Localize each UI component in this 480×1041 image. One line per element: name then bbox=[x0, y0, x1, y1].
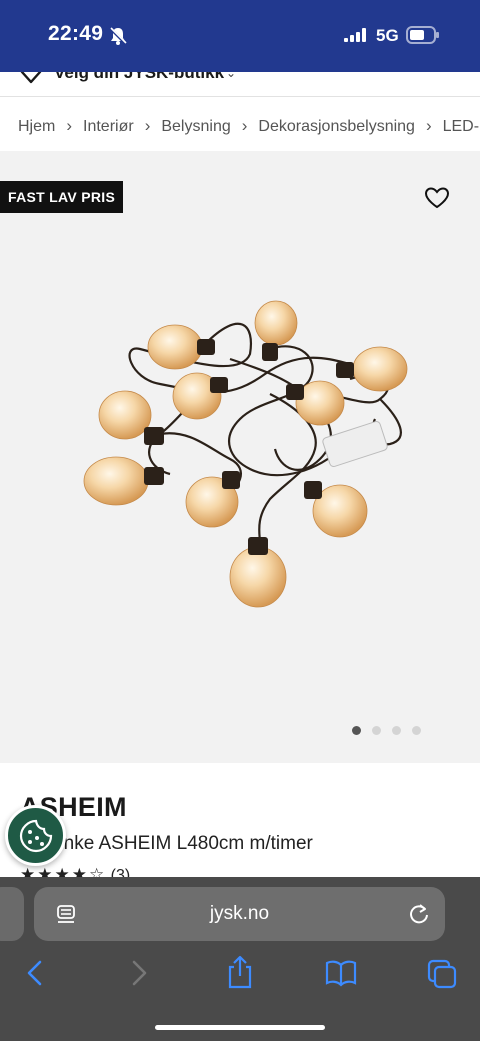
product-image-gallery[interactable]: FAST LAV PRIS bbox=[0, 151, 480, 763]
status-bar: 22:49 5G bbox=[0, 0, 480, 72]
breadcrumb-item-home[interactable]: Hjem bbox=[18, 118, 55, 135]
cookie-icon bbox=[19, 819, 53, 853]
bell-slash-icon bbox=[108, 26, 128, 46]
bookmarks-icon[interactable] bbox=[325, 959, 357, 987]
breadcrumb-separator-icon: › bbox=[144, 116, 151, 135]
slide-dot[interactable] bbox=[372, 726, 381, 735]
breadcrumb-item-lighting[interactable]: Belysning bbox=[161, 118, 230, 135]
chevron-down-icon: ⌄ bbox=[226, 72, 237, 80]
forward-icon[interactable] bbox=[128, 959, 150, 987]
url-text: jysk.no bbox=[209, 903, 270, 924]
back-icon[interactable] bbox=[24, 959, 46, 987]
store-selector[interactable]: Velg din JYSK-butikk ⌄ bbox=[0, 72, 480, 97]
store-selector-label: Velg din JYSK-butikk bbox=[54, 72, 225, 82]
reload-icon[interactable] bbox=[408, 903, 430, 925]
cookie-settings-button[interactable] bbox=[5, 805, 66, 866]
status-time: 22:49 bbox=[48, 22, 104, 45]
slide-dot[interactable] bbox=[352, 726, 361, 735]
breadcrumb-item-led[interactable]: LED-l bbox=[443, 118, 480, 135]
previous-tab[interactable] bbox=[0, 887, 24, 941]
product-image bbox=[83, 300, 408, 608]
slide-dot[interactable] bbox=[392, 726, 401, 735]
breadcrumb-item-interior[interactable]: Interiør bbox=[83, 118, 134, 135]
signal-icon bbox=[344, 28, 366, 42]
breadcrumb: Hjem › Interiør › Belysning › Dekorasjonsbelys… bbox=[0, 97, 480, 151]
heart-icon[interactable] bbox=[424, 186, 450, 210]
breadcrumb-separator-icon: › bbox=[425, 116, 432, 135]
share-icon[interactable] bbox=[226, 955, 254, 989]
location-pin-icon bbox=[20, 72, 42, 84]
breadcrumb-item-decorative-lighting[interactable]: Dekorasjonsbelysning bbox=[258, 118, 415, 135]
tabs-icon[interactable] bbox=[427, 959, 457, 989]
network-type: 5G bbox=[376, 26, 399, 45]
slide-indicator[interactable] bbox=[352, 722, 432, 740]
slide-dot[interactable] bbox=[412, 726, 421, 735]
breadcrumb-separator-icon: › bbox=[66, 116, 73, 135]
price-badge: FAST LAV PRIS bbox=[0, 181, 124, 213]
browser-toolbar bbox=[0, 955, 480, 1003]
home-indicator bbox=[155, 1025, 325, 1030]
breadcrumb-separator-icon: › bbox=[241, 116, 248, 135]
address-bar[interactable]: jysk.no bbox=[34, 887, 445, 941]
browser-chrome: jysk.no bbox=[0, 877, 480, 1041]
battery-icon bbox=[406, 26, 439, 44]
